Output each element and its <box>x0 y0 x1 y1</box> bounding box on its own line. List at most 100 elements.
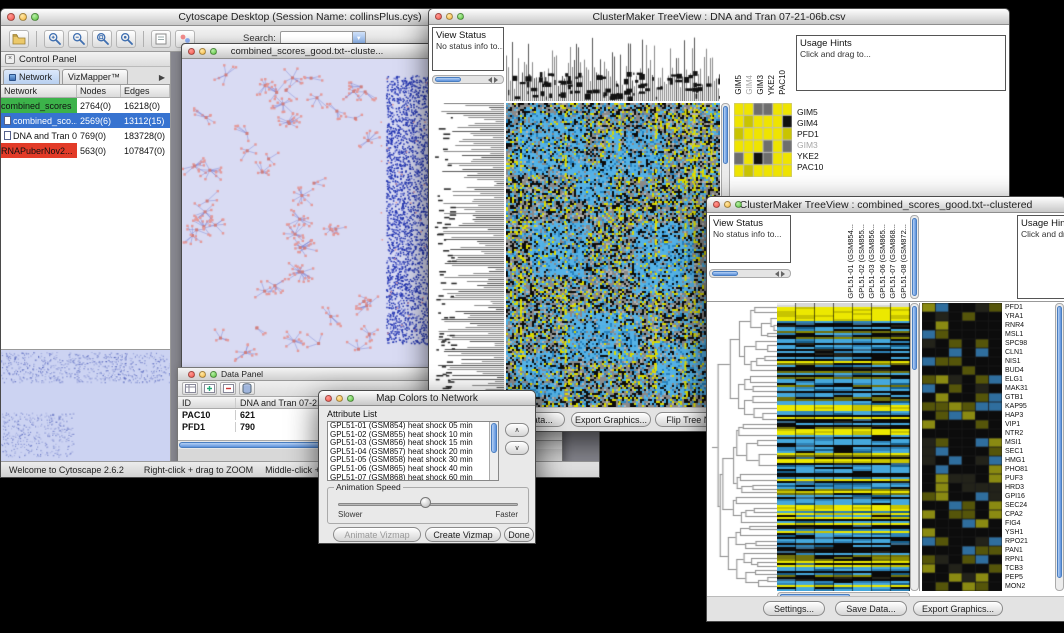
gene-label[interactable]: HRD3 <box>1005 483 1055 492</box>
status-hscrollbar[interactable] <box>432 75 504 84</box>
move-down-button[interactable]: ∨ <box>505 441 529 455</box>
gene-label[interactable]: GIM3 <box>797 140 857 151</box>
treeview-combined-titlebar[interactable]: ClusterMaker TreeView : combined_scores_… <box>707 197 1064 213</box>
expression-heatmap[interactable] <box>777 303 910 591</box>
gene-label[interactable]: GTB1 <box>1005 393 1055 402</box>
gene-label[interactable]: CLN1 <box>1005 348 1055 357</box>
scroll-left-icon[interactable] <box>772 271 779 277</box>
zoom-button[interactable] <box>210 48 217 55</box>
gene-label[interactable]: YKE2 <box>797 151 857 162</box>
gene-label[interactable]: MSI1 <box>1005 438 1055 447</box>
column-dendrogram[interactable] <box>506 27 720 101</box>
close-button[interactable] <box>325 395 332 402</box>
gene-label[interactable]: MAK31 <box>1005 384 1055 393</box>
zoom-button[interactable] <box>210 371 217 378</box>
gene-label[interactable]: PUF3 <box>1005 474 1055 483</box>
scroll-right-icon[interactable] <box>494 77 501 83</box>
column-label[interactable]: GPL51-06 (GSM865... <box>878 224 889 299</box>
row-dendrogram[interactable] <box>711 303 777 591</box>
column-label[interactable]: GPL51-08 (GSM872... <box>899 224 910 299</box>
save-data-button[interactable]: Save Data... <box>835 601 907 616</box>
column-header-edges[interactable]: Edges <box>121 85 170 97</box>
scrollbar-thumb[interactable] <box>912 218 917 296</box>
scrollbar-thumb[interactable] <box>912 306 917 370</box>
network-row[interactable]: RNAPuberNov2... 563(0) 107847(0) <box>1 143 170 158</box>
zoom-button[interactable] <box>457 13 464 20</box>
scrollbar-thumb[interactable] <box>491 423 497 453</box>
column-label[interactable]: PAC10 <box>778 70 789 95</box>
control-panel-close-icon[interactable]: × <box>5 54 15 64</box>
zoom-out-icon[interactable] <box>68 30 88 48</box>
column-label[interactable]: YKE2 <box>767 75 778 95</box>
row-dendrogram[interactable] <box>432 103 504 409</box>
gene-label[interactable]: HMG1 <box>1005 456 1055 465</box>
minimize-button[interactable] <box>446 13 453 20</box>
column-label[interactable]: GPL51-02 (GSM855... <box>857 224 868 299</box>
close-button[interactable] <box>7 13 15 21</box>
scrollbar-thumb[interactable] <box>712 271 738 276</box>
heatmap-vscrollbar[interactable] <box>910 303 919 591</box>
close-button[interactable] <box>713 201 720 208</box>
scrollbar-thumb[interactable] <box>435 77 461 82</box>
gene-label[interactable]: FIG4 <box>1005 519 1055 528</box>
column-label[interactable]: GPL51-03 (GSM856... <box>867 224 878 299</box>
minimize-button[interactable] <box>724 201 731 208</box>
scroll-right-icon[interactable] <box>781 271 788 277</box>
zoom-button[interactable] <box>735 201 742 208</box>
close-button[interactable] <box>435 13 442 20</box>
settings-button[interactable]: Settings... <box>763 601 825 616</box>
gene-label[interactable]: PHO81 <box>1005 465 1055 474</box>
network-overview-thumbnail[interactable] <box>1 350 170 461</box>
speed-slider-knob[interactable] <box>420 497 431 508</box>
zoom-button[interactable] <box>347 395 354 402</box>
delete-attribute-icon[interactable] <box>220 382 236 395</box>
zoom-button[interactable] <box>31 13 39 21</box>
attribute-list-vscrollbar[interactable] <box>489 422 498 480</box>
annotation-icon[interactable] <box>151 30 171 48</box>
attribute-database-icon[interactable] <box>239 382 255 395</box>
gene-label[interactable]: MON2 <box>1005 582 1055 591</box>
move-up-button[interactable]: ∧ <box>505 423 529 437</box>
gene-label[interactable]: PFD1 <box>797 129 857 140</box>
gene-label[interactable]: YSH1 <box>1005 528 1055 537</box>
gene-label[interactable]: GIM4 <box>797 118 857 129</box>
zoom-fit-icon[interactable] <box>92 30 112 48</box>
column-label[interactable]: GIM3 <box>756 75 767 95</box>
tab-overflow-arrow-icon[interactable]: ▶ <box>159 73 168 84</box>
column-label[interactable]: GPL51-01 (GSM854... <box>846 224 857 299</box>
attribute-item[interactable]: GPL51-07 (GSM868) heat shock 60 min <box>330 474 498 481</box>
network-row[interactable]: combined_scores 2764(0) 16218(0) <box>1 98 170 113</box>
close-button[interactable] <box>188 48 195 55</box>
column-label[interactable]: GPL51-07 (GSM868... <box>888 224 899 299</box>
gene-label[interactable]: KAP95 <box>1005 402 1055 411</box>
gene-label[interactable]: NTR2 <box>1005 429 1055 438</box>
gene-label[interactable]: SEC24 <box>1005 501 1055 510</box>
column-label[interactable]: GIM5 <box>734 75 745 95</box>
gene-label[interactable]: VIP1 <box>1005 420 1055 429</box>
gene-label[interactable]: RPN1 <box>1005 555 1055 564</box>
status-hscrollbar[interactable] <box>709 269 791 278</box>
tab-network[interactable]: Network <box>3 69 60 84</box>
export-graphics-button[interactable]: Export Graphics... <box>571 412 651 427</box>
select-attributes-icon[interactable] <box>182 382 198 395</box>
network-view-titlebar[interactable]: combined_scores_good.txt--cluste... <box>182 44 432 59</box>
gene-label[interactable]: PAN1 <box>1005 546 1055 555</box>
scrollbar-thumb[interactable] <box>723 106 728 164</box>
gene-label[interactable]: PAC10 <box>797 162 857 173</box>
done-button[interactable]: Done <box>504 527 534 542</box>
secondary-heatmap[interactable] <box>922 303 1002 591</box>
scroll-left-icon[interactable] <box>485 77 492 83</box>
network-row[interactable]: combined_sco... 2569(6) 13112(15) <box>1 113 170 128</box>
network-row[interactable]: DNA and Tran 07... 769(0) 183728(0) <box>1 128 170 143</box>
global-view-matrix[interactable] <box>734 103 792 177</box>
create-vizmap-button[interactable]: Create Vizmap <box>425 527 501 542</box>
gene-label[interactable]: SEC1 <box>1005 447 1055 456</box>
dialog-titlebar[interactable]: Map Colors to Network <box>319 391 535 406</box>
minimize-button[interactable] <box>199 371 206 378</box>
tab-vizmapper[interactable]: VizMapper™ <box>62 69 128 84</box>
column-header-nodes[interactable]: Nodes <box>77 85 121 97</box>
gene-label[interactable]: CPA2 <box>1005 510 1055 519</box>
treeview-dna-titlebar[interactable]: ClusterMaker TreeView : DNA and Tran 07-… <box>429 9 1009 25</box>
gene-label[interactable]: NIS1 <box>1005 357 1055 366</box>
expression-heatmap[interactable] <box>506 103 720 409</box>
